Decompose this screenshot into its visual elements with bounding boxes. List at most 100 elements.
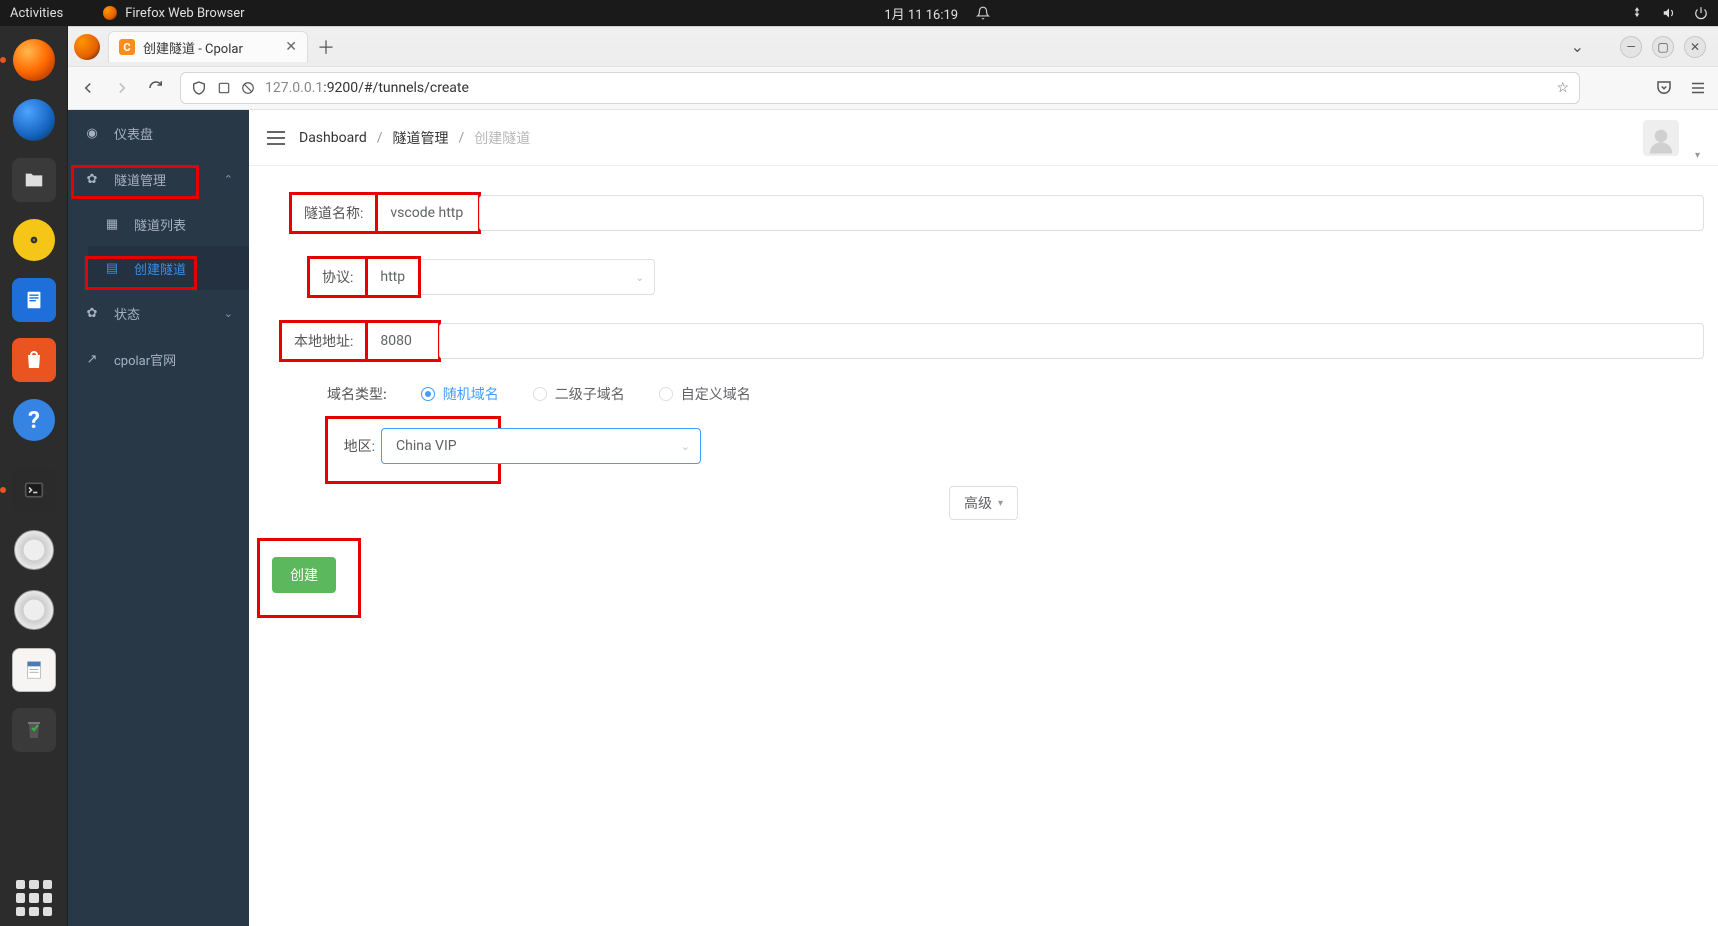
dock-files[interactable]	[8, 154, 60, 206]
firefox-badge-icon[interactable]	[74, 34, 100, 60]
nav-back-button[interactable]	[78, 78, 98, 98]
page-info-icon[interactable]	[217, 81, 231, 95]
pocket-icon[interactable]	[1654, 78, 1674, 98]
dock-thunderbird[interactable]	[8, 94, 60, 146]
top-bar: Dashboard / 隧道管理 / 创建隧道 ▾	[249, 110, 1718, 166]
gnome-top-bar: Activities Firefox Web Browser 1月 11 16:…	[0, 0, 1718, 26]
local-addr-value-preview: 8080	[368, 323, 438, 359]
chevron-up-icon: ⌃	[224, 173, 233, 186]
create-button[interactable]: 创建	[272, 557, 336, 593]
dock-software[interactable]	[8, 334, 60, 386]
tab-close-icon[interactable]: ✕	[285, 39, 297, 55]
breadcrumb-dash[interactable]: Dashboard	[299, 130, 367, 146]
local-addr-label: 本地地址:	[282, 323, 368, 359]
highlight-frame: 创建	[257, 538, 361, 618]
grid-icon: ▤	[104, 261, 120, 276]
sidebar-item-dashboard[interactable]: ◉ 仪表盘	[68, 110, 249, 156]
browser-window: C 创建隧道 - Cpolar ✕ ＋ ⌄ — ▢ ✕ 127.0.0.1	[68, 26, 1718, 926]
tunnel-name-input[interactable]	[479, 195, 1704, 231]
dock-trash[interactable]	[8, 704, 60, 756]
document-icon	[12, 278, 56, 322]
sidebar-item-status[interactable]: ✿ 状态 ⌄	[68, 290, 249, 336]
music-icon	[13, 219, 55, 261]
local-addr-input[interactable]	[439, 323, 1704, 359]
window-minimize-button[interactable]: —	[1620, 36, 1642, 58]
dock-terminal[interactable]	[8, 464, 60, 516]
sidebar-item-label: 创建隧道	[134, 259, 186, 278]
tab-favicon-icon: C	[119, 39, 135, 55]
region-select[interactable]: China VIP ⌄	[381, 428, 701, 464]
breadcrumb-current: 创建隧道	[474, 128, 530, 148]
browser-tab[interactable]: C 创建隧道 - Cpolar ✕	[108, 31, 308, 63]
dock-writer[interactable]	[8, 274, 60, 326]
network-icon[interactable]	[1630, 6, 1644, 20]
clock[interactable]: 1月 11 16:19	[884, 4, 958, 23]
nav-forward-button[interactable]	[112, 78, 132, 98]
protocol-value-preview: http	[368, 259, 418, 295]
gear-icon: ✿	[84, 306, 100, 321]
advanced-toggle-button[interactable]: 高级 ▾	[949, 486, 1018, 520]
breadcrumb-manage[interactable]: 隧道管理	[393, 128, 449, 148]
notification-bell-icon[interactable]	[976, 6, 990, 20]
help-icon: ?	[13, 399, 55, 441]
dock-disk1[interactable]	[8, 524, 60, 576]
shopping-bag-icon	[12, 338, 56, 382]
sidebar-item-label: cpolar官网	[114, 350, 176, 369]
user-menu-caret-icon[interactable]: ▾	[1695, 150, 1700, 165]
power-icon[interactable]	[1694, 6, 1708, 20]
url-text: 127.0.0.1:9200/#/tunnels/create	[265, 80, 469, 96]
main-panel: Dashboard / 隧道管理 / 创建隧道 ▾ 隧道名称: vscod	[249, 110, 1718, 926]
dock-rhythmbox[interactable]	[8, 214, 60, 266]
bookmark-star-icon[interactable]: ☆	[1556, 80, 1569, 96]
window-close-button[interactable]: ✕	[1684, 36, 1706, 58]
volume-icon[interactable]	[1662, 6, 1676, 20]
domain-type-row: 域名类型: 随机域名 二级子域名 自定义域名	[327, 384, 1704, 404]
cpolar-app: ◉ 仪表盘 ✿ 隧道管理 ⌃ ▦ 隧道列表 ▤ 创建隧道	[68, 110, 1718, 926]
chevron-down-icon: ⌄	[681, 440, 690, 453]
collapse-sidebar-button[interactable]	[267, 131, 285, 145]
sidebar: ◉ 仪表盘 ✿ 隧道管理 ⌃ ▦ 隧道列表 ▤ 创建隧道	[68, 110, 249, 926]
dock-disk2[interactable]	[8, 584, 60, 636]
tunnel-name-value-preview: vscode http	[378, 195, 478, 231]
firefox-icon	[13, 39, 55, 81]
radio-label: 自定义域名	[681, 384, 751, 404]
disc-icon	[14, 530, 54, 570]
shield-icon[interactable]	[191, 80, 207, 96]
chevron-down-icon: ⌄	[224, 307, 233, 320]
radio-icon	[659, 387, 673, 401]
url-field[interactable]: 127.0.0.1:9200/#/tunnels/create ☆	[180, 72, 1580, 104]
protocol-select[interactable]: ⌄	[421, 259, 655, 295]
user-avatar[interactable]	[1643, 120, 1679, 156]
dock-firefox[interactable]	[8, 34, 60, 86]
activities-button[interactable]: Activities	[10, 6, 63, 21]
sidebar-item-tunnel-list[interactable]: ▦ 隧道列表	[88, 202, 249, 246]
radio-random-domain[interactable]: 随机域名	[421, 384, 499, 404]
dock-help[interactable]: ?	[8, 394, 60, 446]
gauge-icon: ◉	[84, 126, 100, 141]
advanced-label: 高级	[964, 493, 992, 513]
sidebar-item-tunnel-create[interactable]: ▤ 创建隧道	[88, 246, 249, 290]
radio-label: 随机域名	[443, 384, 499, 404]
new-tab-button[interactable]: ＋	[312, 33, 340, 61]
current-app-label: Firefox Web Browser	[125, 6, 244, 21]
radio-subdomain[interactable]: 二级子域名	[533, 384, 625, 404]
thunderbird-icon	[13, 99, 55, 141]
radio-custom-domain[interactable]: 自定义域名	[659, 384, 751, 404]
permissions-icon[interactable]	[241, 81, 255, 95]
trash-icon	[12, 708, 56, 752]
sidebar-item-tunnel-manage[interactable]: ✿ 隧道管理 ⌃	[68, 156, 249, 202]
nav-reload-button[interactable]	[146, 78, 166, 98]
terminal-icon	[12, 468, 56, 512]
list-icon: ▦	[104, 217, 120, 232]
tabs-dropdown-icon[interactable]: ⌄	[1571, 37, 1584, 56]
region-value: China VIP	[396, 438, 457, 454]
dock-apps-grid[interactable]	[16, 880, 52, 916]
current-app[interactable]: Firefox Web Browser	[103, 6, 244, 21]
files-icon	[12, 158, 56, 202]
dock-texteditor[interactable]	[8, 644, 60, 696]
app-menu-button[interactable]	[1688, 78, 1708, 98]
chevron-down-icon: ▾	[998, 498, 1003, 509]
region-label: 地区:	[325, 436, 381, 456]
window-maximize-button[interactable]: ▢	[1652, 36, 1674, 58]
sidebar-item-cpolar-site[interactable]: ↗ cpolar官网	[68, 336, 249, 382]
